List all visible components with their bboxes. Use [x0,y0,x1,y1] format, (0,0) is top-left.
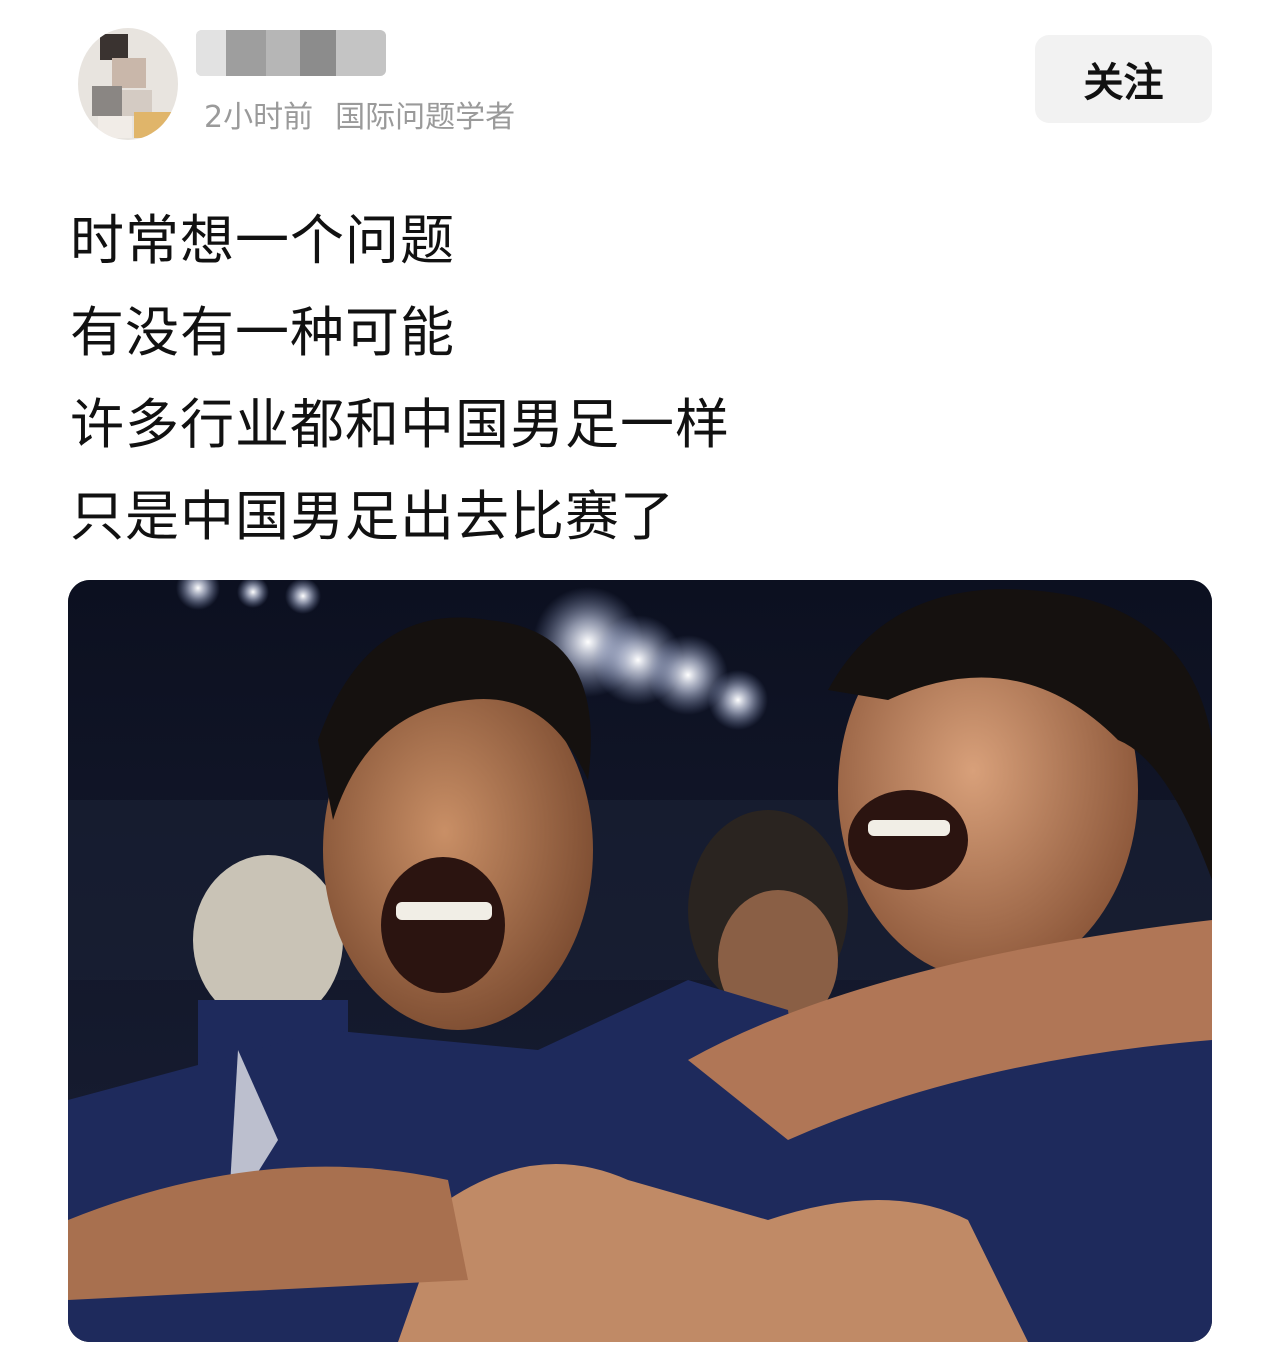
username-blurred[interactable] [196,30,386,76]
post-line: 许多行业都和中国男足一样 [70,393,730,456]
follow-button[interactable]: 关注 [1035,35,1212,123]
post-image[interactable] [68,580,1212,1342]
post-header: 2小时前 国际问题学者 关注 [0,0,1280,160]
post-body: 时常想一个问题 有没有一种可能 许多行业都和中国男足一样 只是中国男足出去比赛了 [70,195,1210,563]
user-avatar-icon[interactable] [78,28,178,140]
author-title: 国际问题学者 [335,100,516,135]
post-meta: 2小时前 国际问题学者 [204,92,515,136]
post-line: 时常想一个问题 [70,209,455,272]
photo-icon [68,580,1212,1342]
post-time: 2小时前 [204,100,314,135]
post-line: 有没有一种可能 [70,301,455,364]
post-line: 只是中国男足出去比赛了 [70,485,675,548]
